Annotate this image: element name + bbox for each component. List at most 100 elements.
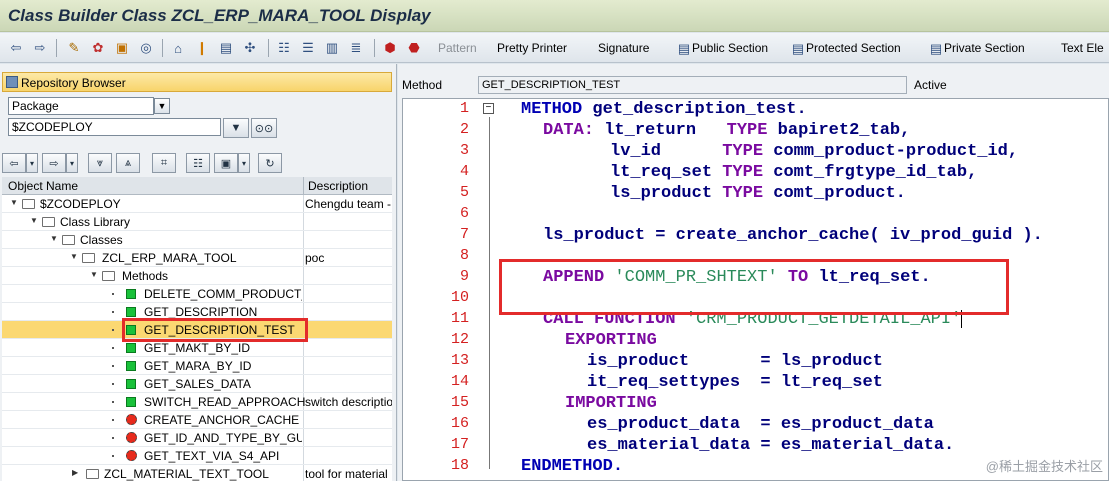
abap-code-editor[interactable]: 1 2 3 4 5 6 7 8 9 10 11 12 13 14 15 16 1… bbox=[402, 98, 1109, 481]
public-section-button[interactable]: Public Section bbox=[692, 41, 768, 55]
code-line-7: ls_product = create_anchor_cache( iv_pro… bbox=[543, 226, 1043, 245]
tree-node-method[interactable]: GET_TEXT_VIA_S4_API bbox=[2, 447, 392, 465]
display-glasses-icon[interactable]: ⊙⊙ bbox=[251, 118, 277, 138]
code-line-1: METHOD get_description_test. bbox=[521, 100, 807, 119]
object-list-icon[interactable]: ▣ bbox=[114, 38, 130, 58]
public-section-icon: ▤ bbox=[677, 41, 691, 56]
code-line-13: is_product = ls_product bbox=[587, 352, 883, 371]
method-name-field[interactable]: GET_DESCRIPTION_TEST bbox=[478, 76, 907, 94]
protected-section-button[interactable]: Protected Section bbox=[806, 41, 901, 55]
code-line-12: EXPORTING bbox=[565, 331, 657, 350]
tree-node-method[interactable]: GET_SALES_DATA bbox=[2, 375, 392, 393]
code-line-16: es_product_data = es_product_data bbox=[587, 415, 934, 434]
where-used-icon[interactable]: ⌂ bbox=[170, 38, 186, 58]
pretty-printer-button[interactable]: Pretty Printer bbox=[497, 41, 567, 55]
public-method-icon bbox=[126, 379, 136, 389]
activate-icon[interactable]: ❙ bbox=[194, 38, 210, 58]
check-icon[interactable]: ◎ bbox=[138, 38, 154, 58]
tree-node-method[interactable]: SWITCH_READ_APPROACH switch descriptio bbox=[2, 393, 392, 411]
tree-node-method[interactable]: GET_ID_AND_TYPE_BY_GUI bbox=[2, 429, 392, 447]
application-toolbar: ⇦ ⇨ ✎ ✿ ▣ ◎ ⌂ ❙ ▤ ✣ ☷ ☰ ▥ ≣ ⬢ ⬣ Pattern … bbox=[0, 33, 1109, 63]
binoculars-icon[interactable]: ⌗ bbox=[152, 153, 176, 173]
active-inactive-icon[interactable]: ✿ bbox=[90, 38, 106, 58]
watermark: @稀土掘金技术社区 bbox=[985, 459, 1103, 474]
repository-browser-header[interactable]: Repository Browser bbox=[2, 72, 392, 92]
code-line-17: es_material_data = es_material_data. bbox=[587, 436, 955, 455]
expanded-arrow-icon[interactable]: ▼ bbox=[30, 216, 38, 225]
folder-icon bbox=[102, 271, 115, 281]
expand-down-icon[interactable]: ⩔ bbox=[88, 153, 112, 173]
object-name-header[interactable]: Object Name bbox=[8, 179, 78, 193]
signature-button[interactable]: Signature bbox=[598, 41, 649, 55]
create-icon[interactable]: ▣ bbox=[214, 153, 238, 173]
folder-icon bbox=[62, 235, 75, 245]
public-method-icon bbox=[126, 307, 136, 317]
repository-browser-panel: Repository Browser Package ▼ $ZCODEPLOY … bbox=[0, 64, 397, 481]
object-type-select[interactable]: Package bbox=[8, 97, 154, 115]
window-title: Class Builder Class ZCL_ERP_MARA_TOOL Di… bbox=[8, 6, 431, 25]
tree-header: Object Name Description bbox=[2, 177, 392, 195]
breakpoint-icon[interactable]: ⬢ bbox=[382, 38, 398, 58]
method-label: Method bbox=[402, 78, 443, 92]
folder-icon bbox=[82, 253, 95, 263]
folder-icon bbox=[42, 217, 55, 227]
pattern-button[interactable]: Pattern bbox=[438, 41, 477, 55]
stack-icon[interactable]: ☰ bbox=[300, 38, 316, 58]
active-status: Active bbox=[914, 78, 947, 92]
layout-icon[interactable]: ▥ bbox=[324, 38, 340, 58]
private-section-button[interactable]: Private Section bbox=[944, 41, 1025, 55]
display-change-icon[interactable]: ✎ bbox=[66, 38, 82, 58]
tree-node-classes[interactable]: ▼ Classes bbox=[2, 231, 392, 249]
create-dropdown-icon[interactable]: ▾ bbox=[238, 153, 250, 173]
next-dropdown-icon[interactable]: ▾ bbox=[66, 153, 78, 173]
previous-dropdown-icon[interactable]: ▾ bbox=[26, 153, 38, 173]
private-section-icon: ▤ bbox=[929, 41, 943, 56]
hierarchy-icon[interactable]: ☷ bbox=[276, 38, 292, 58]
previous-object-icon[interactable]: ⇦ bbox=[2, 153, 26, 173]
back-icon[interactable]: ⇦ bbox=[8, 38, 24, 58]
private-method-icon bbox=[126, 414, 137, 425]
public-method-icon bbox=[126, 343, 136, 353]
expanded-arrow-icon[interactable]: ▼ bbox=[10, 198, 18, 207]
forward-icon[interactable]: ⇨ bbox=[32, 38, 48, 58]
tree-node-method[interactable]: DELETE_COMM_PRODUCT_E bbox=[2, 285, 392, 303]
tree-node-method[interactable]: CREATE_ANCHOR_CACHE bbox=[2, 411, 392, 429]
collapse-up-icon[interactable]: ⩓ bbox=[116, 153, 140, 173]
public-method-icon bbox=[126, 289, 136, 299]
navigate-icon[interactable]: ✣ bbox=[242, 38, 258, 58]
tree-node-class[interactable]: ▼ ZCL_ERP_MARA_TOOL poc bbox=[2, 249, 392, 267]
public-method-icon bbox=[126, 361, 136, 371]
expanded-arrow-icon[interactable]: ▼ bbox=[70, 252, 78, 261]
folder-icon bbox=[22, 199, 35, 209]
private-method-icon bbox=[126, 450, 137, 461]
text-elements-button[interactable]: Text Ele bbox=[1061, 41, 1104, 55]
expanded-arrow-icon[interactable]: ▼ bbox=[50, 234, 58, 243]
hierarchy-tree-icon[interactable]: ☷ bbox=[186, 153, 210, 173]
tree-node-class[interactable]: ▶ ZCL_MATERIAL_TEXT_TOOL tool for materi… bbox=[2, 465, 392, 481]
session-breakpoint-icon[interactable]: ⬣ bbox=[406, 38, 422, 58]
dropdown-button[interactable]: ▼ bbox=[223, 118, 249, 138]
editor-panel: Method GET_DESCRIPTION_TEST Active 1 2 3… bbox=[398, 64, 1109, 481]
code-line-2: DATA: lt_return TYPE bapiret2_tab, bbox=[543, 121, 911, 140]
tree-node-method[interactable]: GET_MARA_BY_ID bbox=[2, 357, 392, 375]
chevron-down-icon[interactable]: ▼ bbox=[154, 98, 170, 114]
code-line-3: lv_id TYPE comm_product-product_id, bbox=[610, 142, 1019, 161]
test-icon[interactable]: ▤ bbox=[218, 38, 234, 58]
code-line-5: ls_product TYPE comt_product. bbox=[610, 184, 906, 203]
expanded-arrow-icon[interactable]: ▼ bbox=[90, 270, 98, 279]
repository-browser-title: Repository Browser bbox=[21, 76, 126, 90]
code-line-15: IMPORTING bbox=[565, 394, 657, 413]
object-tree: ▼ $ZCODEPLOY Chengdu team - ▼ Class Libr… bbox=[2, 195, 392, 481]
description-header[interactable]: Description bbox=[308, 179, 368, 193]
package-input[interactable]: $ZCODEPLOY bbox=[8, 118, 221, 136]
next-object-icon[interactable]: ⇨ bbox=[42, 153, 66, 173]
list-icon[interactable]: ≣ bbox=[348, 38, 364, 58]
refresh-icon[interactable]: ↻ bbox=[258, 153, 282, 173]
tree-node-methods[interactable]: ▼ Methods bbox=[2, 267, 392, 285]
tree-node-class-library[interactable]: ▼ Class Library bbox=[2, 213, 392, 231]
title-bar: Class Builder Class ZCL_ERP_MARA_TOOL Di… bbox=[0, 0, 1109, 32]
collapsed-arrow-icon[interactable]: ▶ bbox=[72, 468, 78, 477]
tree-node-package[interactable]: ▼ $ZCODEPLOY Chengdu team - bbox=[2, 195, 392, 213]
code-line-14: it_req_settypes = lt_req_set bbox=[587, 373, 883, 392]
code-line-4: lt_req_set TYPE comt_frgtype_id_tab, bbox=[610, 163, 978, 182]
